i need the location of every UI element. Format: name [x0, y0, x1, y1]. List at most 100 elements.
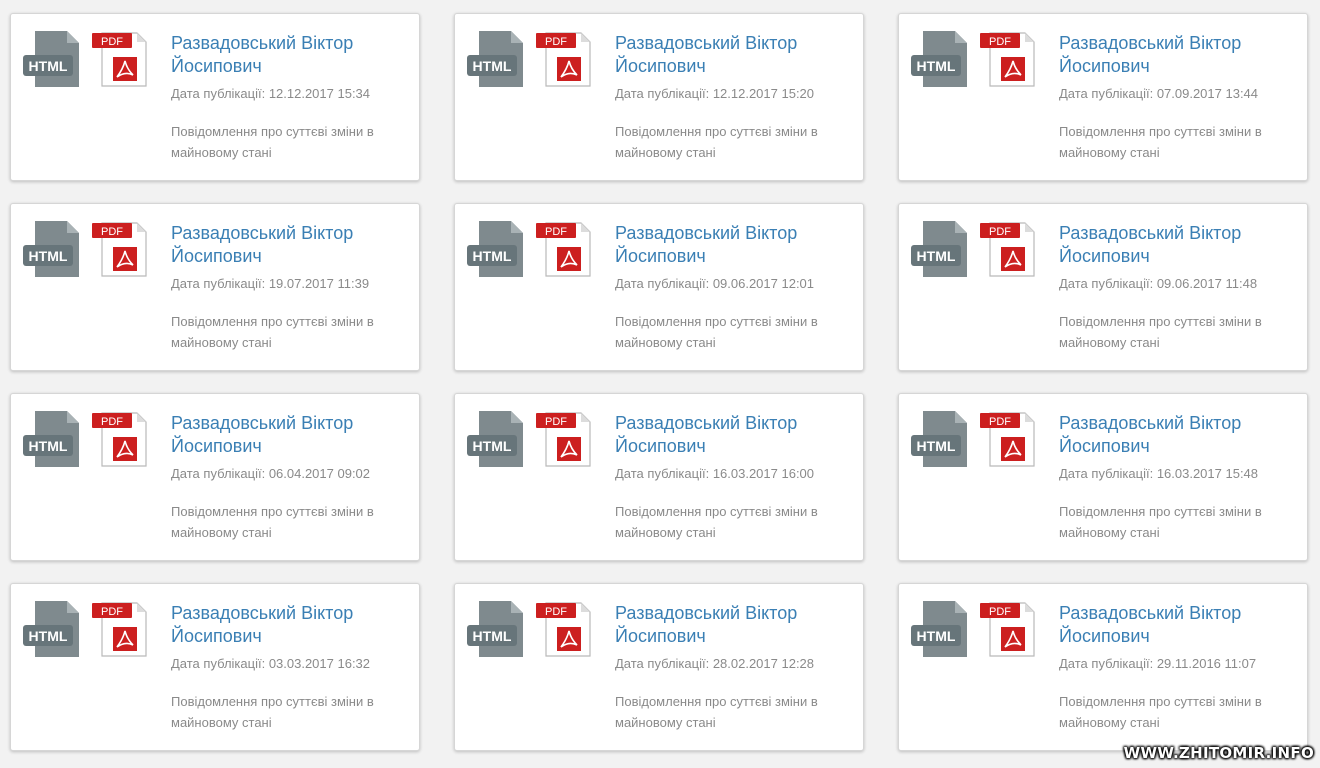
declarant-name-link[interactable]: Развадовський Віктор Йосипович	[171, 412, 406, 458]
publication-date-label: Дата публікації:	[171, 656, 266, 671]
pdf-file-icon[interactable]: PDF	[536, 601, 592, 657]
document-description: Повідомлення про суттєві зміни в майново…	[1059, 124, 1262, 160]
publication-date-value: 16.03.2017 15:48	[1156, 466, 1259, 481]
html-file-icon[interactable]: HTML	[911, 221, 969, 277]
html-file-icon[interactable]: HTML	[23, 221, 81, 277]
document-description: Повідомлення про суттєві зміни в майново…	[171, 314, 374, 350]
pdf-file-icon[interactable]: PDF	[980, 601, 1036, 657]
publication-date-label: Дата публікації:	[171, 86, 266, 101]
document-card: HTML PDF Развадовський Віктор Йосипович …	[10, 393, 420, 561]
document-description: Повідомлення про суттєві зміни в майново…	[615, 314, 818, 350]
publication-date-label: Дата публікації:	[171, 276, 266, 291]
html-file-icon[interactable]: HTML	[23, 411, 81, 467]
pdf-icon-label: PDF	[101, 226, 123, 238]
publication-date: Дата публікації: 09.06.2017 11:48	[1059, 276, 1257, 292]
document-card: HTML PDF Развадовський Віктор Йосипович …	[454, 393, 864, 561]
publication-date-value: 12.12.2017 15:20	[712, 86, 815, 101]
document-card: HTML PDF Развадовський Віктор Йосипович …	[10, 583, 420, 751]
publication-date-label: Дата публікації:	[1059, 276, 1154, 291]
html-icon-label: HTML	[917, 248, 956, 264]
html-file-icon[interactable]: HTML	[467, 601, 525, 657]
document-card: HTML PDF Развадовський Віктор Йосипович …	[898, 393, 1308, 561]
html-icon-label: HTML	[473, 58, 512, 74]
publication-date: Дата публікації: 12.12.2017 15:34	[171, 86, 370, 102]
html-file-icon[interactable]: HTML	[467, 221, 525, 277]
publication-date-value: 12.12.2017 15:34	[268, 86, 371, 101]
publication-date-label: Дата публікації:	[615, 86, 710, 101]
site-watermark: WWW.ZHITOMIR.INFO	[1123, 744, 1314, 762]
pdf-file-icon[interactable]: PDF	[92, 31, 148, 87]
html-file-icon[interactable]: HTML	[23, 601, 81, 657]
publication-date-value: 07.09.2017 13:44	[1156, 86, 1259, 101]
html-icon-label: HTML	[917, 438, 956, 454]
pdf-icon-label: PDF	[989, 416, 1011, 428]
document-description: Повідомлення про суттєві зміни в майново…	[615, 124, 818, 160]
html-icon-label: HTML	[917, 58, 956, 74]
pdf-file-icon[interactable]: PDF	[536, 221, 592, 277]
html-icon-label: HTML	[29, 248, 68, 264]
document-description: Повідомлення про суттєві зміни в майново…	[1059, 504, 1262, 540]
declarant-name-link[interactable]: Развадовський Віктор Йосипович	[615, 222, 850, 268]
publication-date: Дата публікації: 28.02.2017 12:28	[615, 656, 814, 672]
document-card: HTML PDF Развадовський Віктор Йосипович …	[454, 13, 864, 181]
html-file-icon[interactable]: HTML	[467, 411, 525, 467]
declarant-name-link[interactable]: Развадовський Віктор Йосипович	[171, 222, 406, 268]
pdf-file-icon[interactable]: PDF	[980, 411, 1036, 467]
pdf-file-icon[interactable]: PDF	[536, 411, 592, 467]
declarant-name-link[interactable]: Развадовський Віктор Йосипович	[615, 602, 850, 648]
declarant-name-link[interactable]: Развадовський Віктор Йосипович	[1059, 222, 1294, 268]
html-icon-label: HTML	[29, 628, 68, 644]
document-card: HTML PDF Развадовський Віктор Йосипович …	[10, 13, 420, 181]
publication-date: Дата публікації: 16.03.2017 16:00	[615, 466, 814, 482]
document-description: Повідомлення про суттєві зміни в майново…	[1059, 314, 1262, 350]
publication-date-label: Дата публікації:	[615, 466, 710, 481]
declarant-name-link[interactable]: Развадовський Віктор Йосипович	[1059, 602, 1294, 648]
pdf-file-icon[interactable]: PDF	[980, 31, 1036, 87]
publication-date-value: 28.02.2017 12:28	[712, 656, 815, 671]
document-card: HTML PDF Развадовський Віктор Йосипович …	[898, 583, 1308, 751]
pdf-icon-label: PDF	[989, 606, 1011, 618]
pdf-file-icon[interactable]: PDF	[92, 601, 148, 657]
publication-date-value: 03.03.2017 16:32	[268, 656, 371, 671]
pdf-icon-label: PDF	[545, 606, 567, 618]
publication-date-label: Дата публікації:	[615, 276, 710, 291]
publication-date-label: Дата публікації:	[171, 466, 266, 481]
html-file-icon[interactable]: HTML	[911, 411, 969, 467]
pdf-file-icon[interactable]: PDF	[92, 411, 148, 467]
html-file-icon[interactable]: HTML	[911, 31, 969, 87]
html-icon-label: HTML	[473, 628, 512, 644]
pdf-icon-label: PDF	[545, 226, 567, 238]
pdf-icon-label: PDF	[545, 416, 567, 428]
html-file-icon[interactable]: HTML	[23, 31, 81, 87]
publication-date-label: Дата публікації:	[615, 656, 710, 671]
pdf-icon-label: PDF	[989, 36, 1011, 48]
document-description: Повідомлення про суттєві зміни в майново…	[615, 504, 818, 540]
document-card: HTML PDF Развадовський Віктор Йосипович …	[454, 203, 864, 371]
document-description: Повідомлення про суттєві зміни в майново…	[615, 694, 818, 730]
declarant-name-link[interactable]: Развадовський Віктор Йосипович	[615, 32, 850, 78]
declarant-name-link[interactable]: Развадовський Віктор Йосипович	[171, 602, 406, 648]
pdf-icon-label: PDF	[101, 416, 123, 428]
pdf-file-icon[interactable]: PDF	[92, 221, 148, 277]
publication-date-label: Дата публікації:	[1059, 656, 1154, 671]
declarant-name-link[interactable]: Развадовський Віктор Йосипович	[1059, 32, 1294, 78]
publication-date: Дата публікації: 07.09.2017 13:44	[1059, 86, 1258, 102]
publication-date: Дата публікації: 09.06.2017 12:01	[615, 276, 814, 292]
pdf-icon-label: PDF	[545, 36, 567, 48]
html-icon-label: HTML	[917, 628, 956, 644]
declarant-name-link[interactable]: Развадовський Віктор Йосипович	[615, 412, 850, 458]
pdf-file-icon[interactable]: PDF	[980, 221, 1036, 277]
document-description: Повідомлення про суттєві зміни в майново…	[171, 504, 374, 540]
html-icon-label: HTML	[29, 58, 68, 74]
pdf-file-icon[interactable]: PDF	[536, 31, 592, 87]
html-file-icon[interactable]: HTML	[467, 31, 525, 87]
declarant-name-link[interactable]: Развадовський Віктор Йосипович	[1059, 412, 1294, 458]
html-file-icon[interactable]: HTML	[911, 601, 969, 657]
document-card: HTML PDF Развадовський Віктор Йосипович …	[898, 203, 1308, 371]
declarations-grid: HTML PDF Развадовський Віктор Йосипович …	[10, 13, 1308, 751]
publication-date-value: 09.06.2017 11:48	[1156, 276, 1258, 291]
publication-date: Дата публікації: 16.03.2017 15:48	[1059, 466, 1258, 482]
declarant-name-link[interactable]: Развадовський Віктор Йосипович	[171, 32, 406, 78]
document-description: Повідомлення про суттєві зміни в майново…	[1059, 694, 1262, 730]
html-icon-label: HTML	[473, 248, 512, 264]
